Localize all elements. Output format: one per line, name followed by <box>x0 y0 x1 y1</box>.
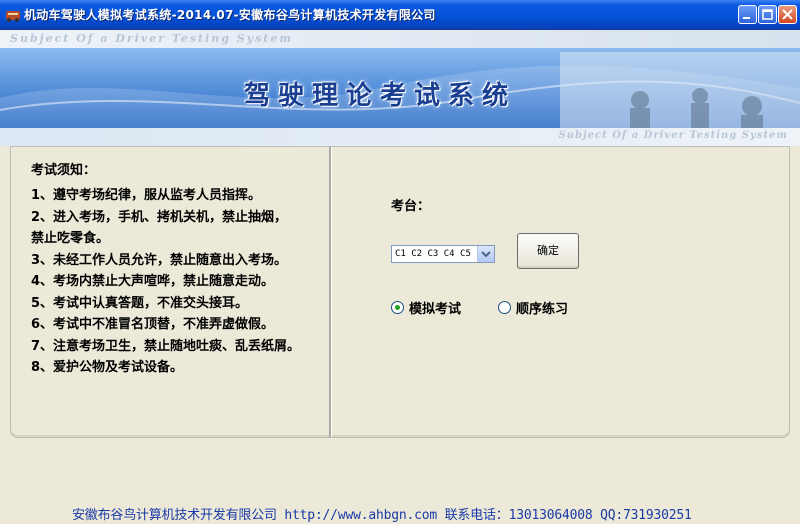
radio-sequential-practice-label: 顺序练习 <box>516 302 569 317</box>
maximize-icon <box>762 9 773 20</box>
notice-rule: 6、考试中不准冒名顶替，不准弄虚做假。 <box>31 317 275 332</box>
notice-rule: 3、未经工作人员允许，禁止随意出入考场。 <box>31 252 288 268</box>
footer-contact: 安徽布谷鸟计算机技术开发有限公司 http://www.ahbgn.com 联系… <box>72 508 692 523</box>
banner-subtitle-bottom: Subject Of a Driver Testing System <box>558 130 788 141</box>
confirm-button[interactable]: 确定 <box>517 233 579 269</box>
notice-heading: 考试须知： <box>31 163 97 178</box>
radio-sequential-practice[interactable]: 顺序练习 <box>498 298 568 317</box>
notice-rule: 5、考试中认真答题，不准交头接耳。 <box>31 295 249 311</box>
main-panel: 考试须知： 1、遵守考场纪律，服从监考人员指挥。 2、进入考场，手机、拷机关机，… <box>10 146 790 438</box>
notice-rule: 1、遵守考场纪律，服从监考人员指挥。 <box>31 188 262 203</box>
notice-rule: 禁止吃零食。 <box>31 231 110 246</box>
notice-rule: 2、进入考场，手机、拷机关机，禁止抽烟， <box>31 209 288 225</box>
app-icon <box>6 11 20 22</box>
banner-subtitle-top: Subject Of a Driver Testing System <box>10 32 293 45</box>
maximize-button[interactable] <box>758 5 777 24</box>
license-type-value: C1 C2 C3 C4 C5 <box>395 249 471 259</box>
dropdown-arrow-icon[interactable] <box>477 246 494 262</box>
close-icon <box>782 9 793 20</box>
radio-selected-icon[interactable] <box>391 301 404 314</box>
radio-simulated-exam-label: 模拟考试 <box>409 302 462 317</box>
radio-simulated-exam[interactable]: 模拟考试 <box>391 298 461 317</box>
notice-rule: 4、考场内禁止大声喧哗，禁止随意走动。 <box>31 274 275 289</box>
panel-divider <box>329 147 332 437</box>
exam-notice: 考试须知： 1、遵守考场纪律，服从监考人员指挥。 2、进入考场，手机、拷机关机，… <box>31 159 331 379</box>
license-type-select[interactable]: C1 C2 C3 C4 C5 <box>391 245 495 263</box>
banner-main-title: 驾驶理论考试系统 <box>244 81 517 111</box>
radio-unselected-icon[interactable] <box>498 301 511 314</box>
notice-rule: 7、注意考场卫生，禁止随地吐痰、乱丢纸屑。 <box>31 338 301 354</box>
header-banner: Subject Of a Driver Testing System 驾驶理论考… <box>0 30 800 146</box>
close-button[interactable] <box>778 5 797 24</box>
exam-station-label: 考台： <box>391 199 431 214</box>
notice-rule: 8、爱护公物及考试设备。 <box>31 360 184 375</box>
window-title: 机动车驾驶人模拟考试系统-2014.07-安徽布谷鸟计算机技术开发有限公司 <box>24 8 436 22</box>
minimize-icon <box>743 17 750 19</box>
title-bar: 机动车驾驶人模拟考试系统-2014.07-安徽布谷鸟计算机技术开发有限公司 <box>0 0 800 30</box>
minimize-button[interactable] <box>738 5 757 24</box>
